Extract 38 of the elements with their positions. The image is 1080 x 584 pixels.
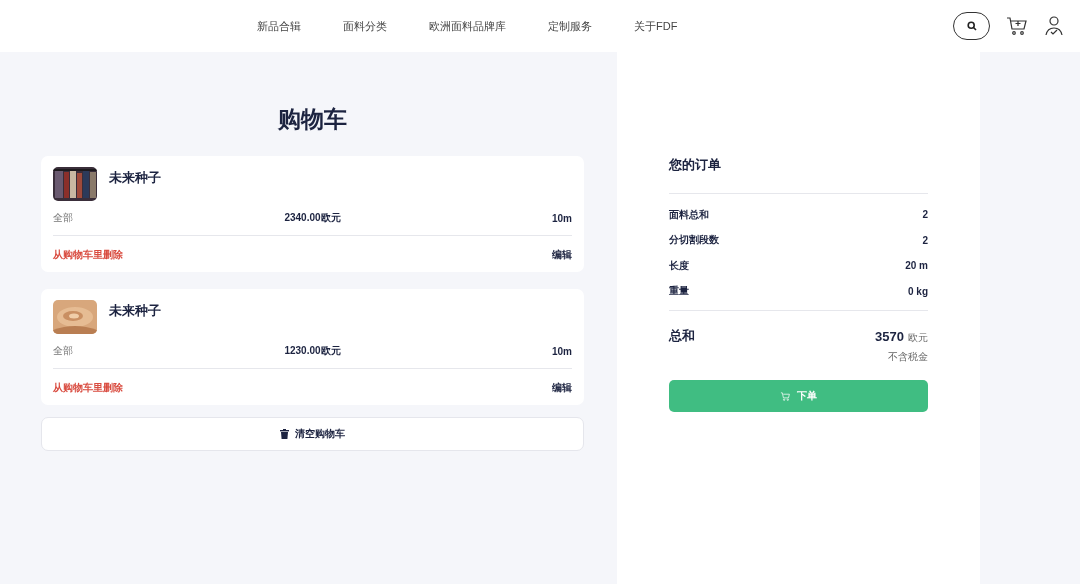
length: 10m xyxy=(552,345,572,357)
search-icon xyxy=(966,21,977,31)
summary-label: 分切割段数 xyxy=(669,233,719,248)
length: 10m xyxy=(552,212,572,224)
edit-link[interactable]: 编辑 xyxy=(552,248,572,262)
nav-link[interactable]: 新品合辑 xyxy=(236,18,322,34)
search-button[interactable] xyxy=(953,12,990,40)
clear-cart-button[interactable]: 清空购物车 xyxy=(41,417,584,451)
user-icon[interactable] xyxy=(1044,15,1064,37)
remove-link[interactable]: 从购物车里删除 xyxy=(53,248,123,262)
product-name: 未来种子 xyxy=(109,302,161,320)
remove-link[interactable]: 从购物车里删除 xyxy=(53,381,123,395)
total-amount: 3570 xyxy=(875,329,904,344)
currency: 欧元 xyxy=(908,332,928,343)
nav-link[interactable]: 关于FDF xyxy=(613,18,699,34)
cart-icon[interactable] xyxy=(1006,16,1028,36)
summary-label: 面料总和 xyxy=(669,207,709,222)
summary-value: 2 xyxy=(922,234,928,246)
edit-link[interactable]: 编辑 xyxy=(552,381,572,395)
summary-value: 2 xyxy=(922,209,928,221)
nav-link[interactable]: 面料分类 xyxy=(322,18,408,34)
product-name: 未来种子 xyxy=(109,169,161,187)
cart-icon xyxy=(780,390,791,402)
quantity-label: 全部 xyxy=(53,211,74,225)
price: 1230.00欧元 xyxy=(284,344,341,358)
tax-note: 不含税金 xyxy=(888,350,928,364)
order-title: 您的订单 xyxy=(669,156,928,194)
quantity-label: 全部 xyxy=(53,344,74,358)
nav-link[interactable]: 欧洲面料品牌库 xyxy=(408,18,527,34)
summary-value: 0 kg xyxy=(908,285,928,297)
summary-value: 20 m xyxy=(905,260,928,272)
page-title: 购物车 xyxy=(277,105,348,134)
price: 2340.00欧元 xyxy=(284,211,341,225)
nav-link[interactable]: 定制服务 xyxy=(527,18,613,34)
total-label: 总和 xyxy=(669,327,695,345)
summary-label: 重量 xyxy=(669,284,689,299)
summary-label: 长度 xyxy=(669,258,689,273)
trash-icon xyxy=(280,429,289,439)
